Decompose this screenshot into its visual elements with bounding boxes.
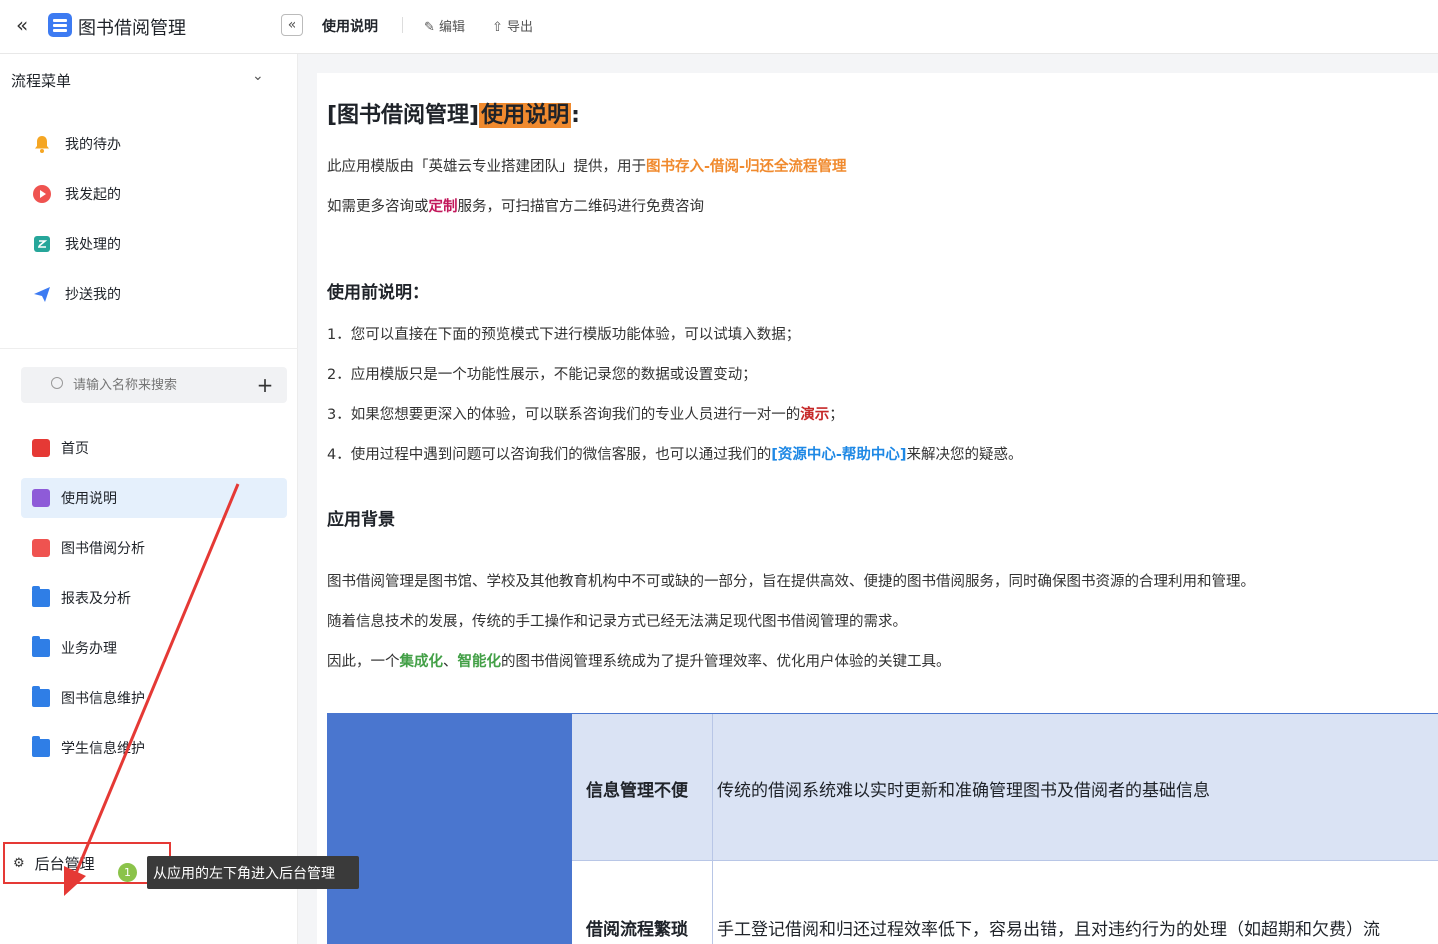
flow-item-label: 我的待办 bbox=[65, 137, 121, 153]
pre-usage-item: 3．如果您想要更深入的体验，可以联系咨询我们的专业人员进行一对一的演示； bbox=[327, 407, 844, 423]
folder-icon bbox=[32, 586, 50, 607]
chevron-down-icon[interactable]: ⌄ bbox=[252, 68, 264, 84]
table-key: 信息管理不便 bbox=[586, 781, 688, 801]
pre-usage-item: 2．应用模版只是一个功能性展示，不能记录您的数据或设置变动； bbox=[327, 367, 757, 383]
table-row: 信息管理不便 传统的借阅系统难以实时更新和准确管理图书及借阅者的基础信息 bbox=[572, 713, 1438, 861]
nav-item-usage-guide[interactable]: 使用说明 bbox=[21, 478, 287, 518]
add-button[interactable]: + bbox=[251, 371, 279, 399]
folder-icon bbox=[32, 686, 50, 707]
app-logo-icon bbox=[48, 13, 72, 37]
background-paragraph: 随着信息技术的发展，传统的手工操作和记录方式已经无法满足现代图书借阅管理的需求。 bbox=[327, 614, 907, 630]
nav-item-label: 首页 bbox=[61, 441, 89, 457]
pre-usage-heading: 使用前说明： bbox=[327, 283, 429, 303]
table-value: 手工登记借阅和归还过程效率低下，容易出错，且对违约行为的处理（如超期和欠费）流 bbox=[717, 920, 1380, 940]
intro-line-2: 如需更多咨询或定制服务，可扫描官方二维码进行免费咨询 bbox=[327, 199, 704, 215]
table-side-cell bbox=[327, 713, 572, 944]
send-icon bbox=[34, 287, 50, 302]
nav-item-home[interactable]: 首页 bbox=[21, 428, 287, 468]
collapse-app-icon[interactable]: « bbox=[16, 14, 38, 36]
sidebar-divider bbox=[0, 348, 298, 349]
nav-item-student-info[interactable]: 学生信息维护 bbox=[21, 728, 287, 768]
flow-item-cc[interactable]: 抄送我的 bbox=[32, 282, 121, 306]
nav-item-label: 报表及分析 bbox=[61, 591, 131, 607]
table-key: 借阅流程繁琐 bbox=[586, 920, 688, 940]
export-button[interactable]: ⇧ 导出 bbox=[492, 16, 533, 35]
search-icon bbox=[51, 377, 63, 389]
nav-item-book-info[interactable]: 图书信息维护 bbox=[21, 678, 287, 718]
chart-icon bbox=[32, 539, 50, 557]
tooltip-step-badge: 1 bbox=[118, 863, 137, 882]
page-title: [图书借阅管理]使用说明: bbox=[327, 103, 580, 128]
home-icon bbox=[32, 439, 50, 457]
folder-icon bbox=[32, 636, 50, 657]
toolbar-divider bbox=[402, 17, 403, 33]
check-icon bbox=[34, 236, 50, 252]
flow-item-todo[interactable]: 我的待办 bbox=[32, 132, 121, 156]
pencil-icon: ✎ bbox=[424, 20, 435, 35]
tab-usage-guide[interactable]: 使用说明 bbox=[322, 16, 378, 36]
table-row: 借阅流程繁琐 手工登记借阅和归还过程效率低下，容易出错，且对违约行为的处理（如超… bbox=[572, 861, 1438, 944]
edit-button[interactable]: ✎ 编辑 bbox=[424, 16, 465, 35]
app-title: 图书借阅管理 bbox=[78, 18, 186, 39]
sidebar: 流程菜单 ⌄ 我的待办 我发起的 我处理的 抄送我的 + 首页 使用说明 图书借… bbox=[0, 54, 298, 944]
play-icon bbox=[33, 185, 51, 203]
search-input[interactable] bbox=[73, 375, 223, 395]
nav-item-borrow-analysis[interactable]: 图书借阅分析 bbox=[21, 528, 287, 568]
pre-usage-item: 4．使用过程中遇到问题可以咨询我们的微信客服，也可以通过我们的[资源中心-帮助中… bbox=[327, 447, 1023, 463]
folder-icon bbox=[32, 736, 50, 757]
background-heading: 应用背景 bbox=[327, 510, 395, 530]
main-content: [图书借阅管理]使用说明: 此应用模版由「英雄云专业搭建团队」提供，用于图书存入… bbox=[317, 73, 1438, 944]
flow-item-initiated[interactable]: 我发起的 bbox=[32, 182, 121, 206]
gear-icon: ⚙ bbox=[13, 855, 25, 871]
problems-table: 信息管理不便 传统的借阅系统难以实时更新和准确管理图书及借阅者的基础信息 借阅流… bbox=[327, 713, 1438, 944]
help-center-link[interactable]: [资源中心-帮助中心] bbox=[771, 447, 906, 463]
nav-item-label: 学生信息维护 bbox=[61, 741, 145, 757]
nav-item-reports[interactable]: 报表及分析 bbox=[21, 578, 287, 618]
background-paragraph: 图书借阅管理是图书馆、学校及其他教育机构中不可或缺的一部分，旨在提供高效、便捷的… bbox=[327, 574, 1255, 590]
table-divider bbox=[712, 861, 713, 944]
tooltip: 从应用的左下角进入后台管理 bbox=[147, 856, 359, 889]
upload-icon: ⇧ bbox=[492, 20, 503, 35]
nav-item-label: 图书借阅分析 bbox=[61, 541, 145, 557]
top-bar: « 图书借阅管理 « 使用说明 ✎ 编辑 ⇧ 导出 bbox=[0, 0, 1438, 54]
flow-menu-title[interactable]: 流程菜单 bbox=[11, 70, 71, 91]
flow-item-label: 我处理的 bbox=[65, 237, 121, 253]
edit-label: 编辑 bbox=[439, 20, 466, 35]
search-box: + bbox=[21, 367, 287, 403]
bell-icon bbox=[35, 136, 49, 153]
admin-label: 后台管理 bbox=[34, 854, 95, 873]
intro-line-1: 此应用模版由「英雄云专业搭建团队」提供，用于图书存入-借阅-归还全流程管理 bbox=[327, 159, 847, 175]
nav-item-business[interactable]: 业务办理 bbox=[21, 628, 287, 668]
nav-item-label: 使用说明 bbox=[61, 491, 117, 507]
chart-icon bbox=[32, 489, 50, 507]
collapse-nav-icon[interactable]: « bbox=[281, 14, 303, 36]
table-value: 传统的借阅系统难以实时更新和准确管理图书及借阅者的基础信息 bbox=[717, 781, 1210, 801]
flow-item-label: 我发起的 bbox=[65, 187, 121, 203]
pre-usage-item: 1．您可以直接在下面的预览模式下进行模版功能体验，可以试填入数据； bbox=[327, 327, 801, 343]
background-paragraph: 因此，一个集成化、智能化的图书借阅管理系统成为了提升管理效率、优化用户体验的关键… bbox=[327, 654, 951, 670]
nav-item-label: 图书信息维护 bbox=[61, 691, 145, 707]
admin-button[interactable]: ⚙ 后台管理 bbox=[3, 842, 171, 884]
table-divider bbox=[712, 714, 713, 860]
nav-item-label: 业务办理 bbox=[61, 641, 117, 657]
flow-item-handled[interactable]: 我处理的 bbox=[32, 232, 121, 256]
flow-item-label: 抄送我的 bbox=[65, 287, 121, 303]
export-label: 导出 bbox=[507, 20, 534, 35]
